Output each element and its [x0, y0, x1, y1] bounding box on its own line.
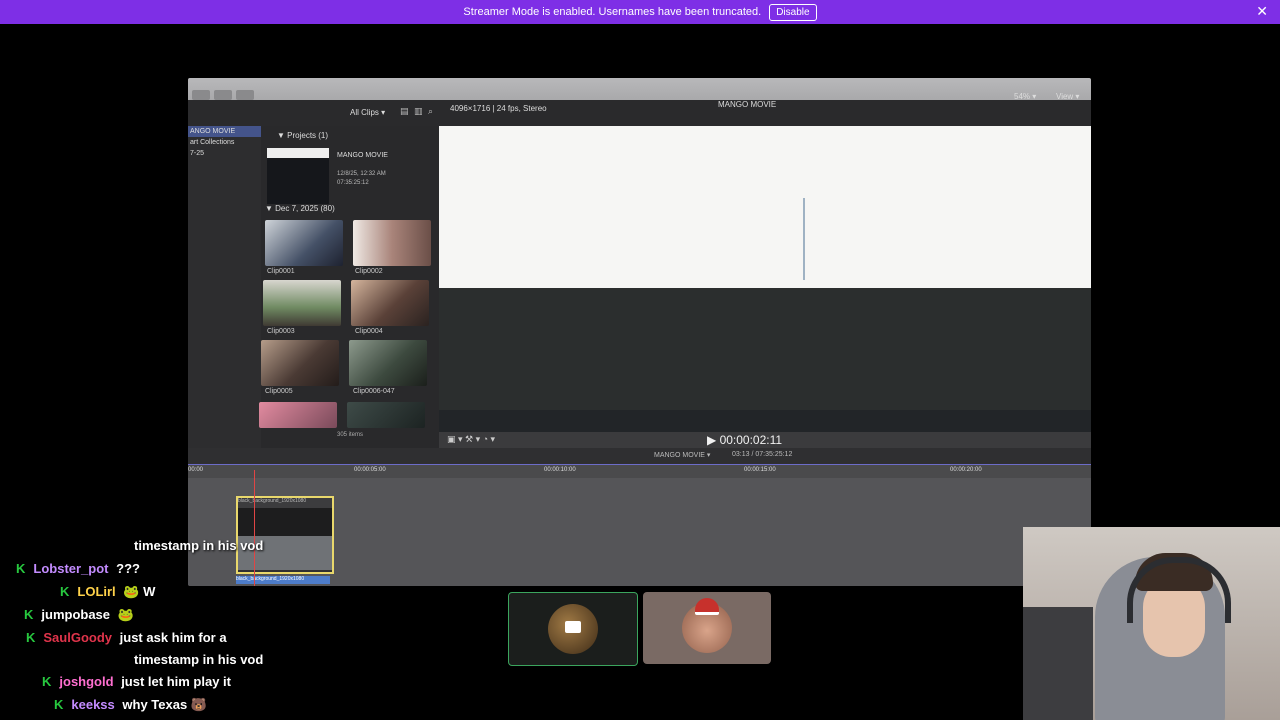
badge-icon: K [42, 674, 52, 689]
items-count: 305 items [337, 432, 364, 438]
viewer-tools: ▣ ▾ ⚒ ▾ ◔ ▾ [447, 434, 496, 444]
chat-emote: 🐸 W [123, 584, 156, 599]
chat-username: SaulGoody [43, 630, 113, 645]
viewer-frame-bottom [439, 288, 1091, 410]
event-header: ▼ Dec 7, 2025 (80) [265, 204, 335, 213]
viewer-project-title: MANGO MOVIE [718, 100, 777, 109]
chat-message: timestamp in his vod [134, 652, 264, 667]
clip-label: Clip0004 [355, 328, 383, 335]
badge-icon: K [60, 584, 70, 599]
chat-emote: 🐻 [190, 697, 208, 712]
badge-icon: K [24, 607, 34, 622]
all-clips-dropdown: All Clips ▾ [350, 108, 386, 117]
playhead-timecode: ▶ 00:00:02:11 [707, 433, 783, 447]
timeline-clip: black_background_1920x1080 [236, 496, 334, 574]
sidebar-item-project: ANGO MOVIE [188, 126, 261, 137]
search-icon: ⌕ [428, 106, 434, 116]
ruler-tick-label: 00:00:05:00 [354, 467, 386, 473]
streamer-webcam [1023, 527, 1280, 720]
clip-thumbnail [347, 402, 425, 428]
camera-icon [565, 621, 581, 633]
chat-message: Kkeekss why Texas 🐻 [54, 697, 208, 712]
badge-icon: K [16, 561, 26, 576]
video-viewer [439, 126, 1091, 432]
clip-thumbnail [353, 220, 431, 266]
banner-message: Streamer Mode is enabled. Usernames have… [463, 6, 762, 18]
timeline-track: black_background_1920x1080 black_backgro… [188, 478, 1091, 586]
chat-username: jumpobase [41, 607, 111, 622]
editor-toolbar-buttons [192, 90, 254, 100]
screen-share-stream[interactable]: All Clips ▾ ▤ ▥ ⌕ 4096×1716 | 24 fps, St… [188, 78, 1091, 586]
projects-header: ▼ Projects (1) [277, 131, 329, 140]
clip-label: Clip0003 [267, 328, 295, 335]
chat-message: K Lobster_pot ??? [16, 561, 140, 576]
webcam-chair [1023, 607, 1093, 720]
viewer-artifact-line [803, 198, 805, 280]
sidebar-item-event: 7-25 [190, 150, 205, 157]
chat-username: LOLirl [77, 584, 116, 599]
project-thumbnail [267, 148, 329, 204]
chat-message: Kjoshgold just let him play it [42, 674, 231, 689]
filter-icon: ▥ [414, 106, 423, 116]
streamer-mode-banner: Streamer Mode is enabled. Usernames have… [0, 0, 1280, 24]
library-sidebar: ANGO MOVIE art Collections 7-25 [188, 126, 261, 448]
viewer-controls: ▣ ▾ ⚒ ▾ ◔ ▾ ▶ 00:00:02:11 [439, 432, 1091, 448]
ruler-tick-label: 00:00:10:00 [544, 467, 576, 473]
chat-message: Kjumpobase 🐸 [24, 607, 134, 623]
clip-thumbnail [261, 340, 339, 386]
chat-username: joshgold [59, 674, 114, 689]
chat-message: K SaulGoody just ask him for a [26, 630, 227, 645]
badge-icon: K [54, 697, 64, 712]
chat-username: keekss [71, 697, 115, 712]
ruler-tick-label: 00:00:20:00 [950, 467, 982, 473]
project-meta: 12/8/25, 12:32 AM 07:35:25:12 [337, 171, 386, 186]
timeline-playhead [254, 470, 255, 586]
clip-thumbnail [265, 220, 343, 266]
headset-icon [1127, 557, 1231, 623]
timeline-clip-name: black_background_1920x1080 [238, 498, 332, 508]
chat-message: timestamp in his vod [134, 538, 264, 553]
participant-tile[interactable] [643, 592, 771, 664]
timeline-ruler: 00:00 00:00:05:00 00:00:10:00 00:00:15:0… [188, 464, 1091, 479]
editor-toolbar: All Clips ▾ ▤ ▥ ⌕ 4096×1716 | 24 fps, St… [188, 92, 1091, 126]
clip-thumbnail [349, 340, 427, 386]
clip-thumbnail [263, 280, 341, 326]
chat-message: K LOLirl 🐸 W [60, 584, 155, 600]
clip-thumbnail [351, 280, 429, 326]
timeline-name: MANGO MOVIE ▾ [654, 452, 711, 459]
chat-username: Lobster_pot [33, 561, 109, 576]
timeline-header: MANGO MOVIE ▾ 03:13 / 07:35:25:12 [188, 448, 1091, 464]
chat-emote: 🐸 [117, 607, 134, 622]
clip-thumbnail [259, 402, 337, 428]
timeline-duration: 03:13 / 07:35:25:12 [732, 451, 793, 458]
close-icon[interactable]: ✕ [1256, 3, 1268, 20]
list-view-icon: ▤ [400, 106, 409, 116]
clip-label: Clip0006-047 [353, 388, 395, 395]
format-info: 4096×1716 | 24 fps, Stereo [450, 104, 547, 113]
clip-label: Clip0001 [267, 268, 295, 275]
project-name: MANGO MOVIE [337, 152, 388, 159]
view-menu: View ▾ [1056, 92, 1080, 101]
ruler-tick-label: 00:00 [188, 467, 204, 473]
viewer-frame-top [439, 126, 1091, 288]
disable-button[interactable]: Disable [769, 3, 817, 21]
clip-label: Clip0005 [265, 388, 293, 395]
participant-tile[interactable] [508, 592, 638, 666]
badge-icon: K [26, 630, 36, 645]
ruler-tick-label: 00:00:15:00 [744, 467, 776, 473]
timeline-clip-label: black_background_1920x1080 [236, 576, 330, 584]
sidebar-item-smart-collections: art Collections [190, 139, 235, 146]
zoom-level: 54% ▾ [1014, 92, 1037, 101]
santa-hat-decoration [695, 598, 719, 615]
editor-titlebar [188, 78, 1091, 100]
clip-label: Clip0002 [355, 268, 383, 275]
clip-browser: ▼ Projects (1) MANGO MOVIE 12/8/25, 12:3… [259, 126, 439, 448]
